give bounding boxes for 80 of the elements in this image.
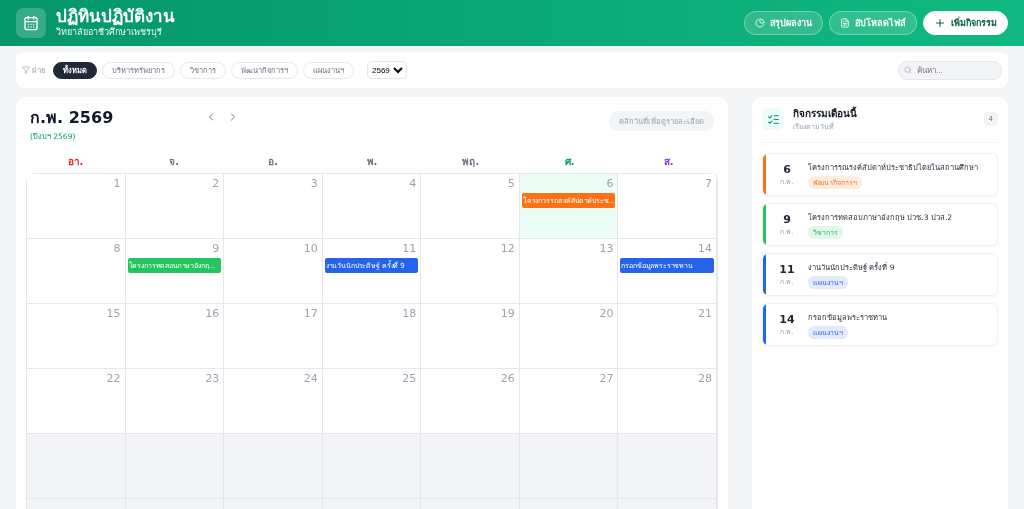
day-number: 20 [599, 307, 615, 320]
checklist-icon [762, 108, 784, 130]
day-cell[interactable]: 7 [618, 174, 717, 239]
day-number: 25 [402, 372, 418, 385]
day-cell[interactable]: 27 [519, 369, 619, 434]
search-field[interactable]: ค้นหา... [898, 60, 1002, 80]
weekday-label: พ. [365, 155, 379, 169]
day-cell[interactable]: 10 [224, 239, 323, 304]
search-icon [904, 65, 912, 74]
day-cell[interactable]: 4 [322, 174, 422, 239]
day-number: 6 [606, 177, 615, 190]
day-number: 13 [599, 242, 615, 255]
day-number: 27 [599, 372, 615, 385]
day-number: 5 [507, 177, 516, 190]
weekday-label: ศ. [563, 155, 576, 169]
day-number: 16 [205, 307, 221, 320]
day-cell[interactable]: 19 [421, 304, 520, 369]
day-number: 4 [409, 177, 418, 190]
day-cell[interactable]: 24 [224, 369, 323, 434]
day-number: 28 [698, 372, 713, 385]
activity-day: 11 [779, 263, 795, 276]
activity-day: 14 [779, 313, 795, 326]
weekday-label: อา. [66, 155, 85, 169]
day-number: 8 [113, 242, 122, 255]
day-cell[interactable]: 25 [322, 369, 422, 434]
day-number: 14 [698, 242, 713, 255]
day-number: 11 [402, 242, 418, 255]
day-number: 2 [212, 177, 221, 190]
weekday-label: อ. [267, 155, 280, 169]
day-cell[interactable]: 26 [421, 369, 520, 434]
calendar-logo-icon [16, 8, 46, 38]
app-title: ปฏิทินปฏิบัติงาน [56, 6, 175, 26]
day-cell[interactable]: 15 [27, 304, 126, 369]
day-cell[interactable]: 23 [125, 369, 225, 434]
day-number: 19 [500, 307, 516, 320]
weekday-label: จ. [168, 155, 181, 169]
day-number: 18 [402, 307, 418, 320]
pie-chart-icon [755, 18, 765, 28]
day-number: 3 [310, 177, 319, 190]
day-cell[interactable]: 3 [224, 174, 323, 239]
day-number: 12 [500, 242, 516, 255]
panel-title: กิจกรรมเดือนนี้ [793, 106, 857, 121]
day-number: 21 [698, 307, 713, 320]
day-cell[interactable]: 8 [27, 239, 126, 304]
add-activity-button[interactable]: เพิ่มกิจกรรม [923, 11, 1008, 35]
weekday-label: พฤ. [461, 155, 481, 169]
day-number: 15 [106, 307, 122, 320]
activity-day: 6 [783, 163, 791, 176]
day-number: 7 [705, 177, 713, 190]
day-cell[interactable]: 13 [519, 239, 619, 304]
day-cell[interactable]: 17 [224, 304, 323, 369]
day-number: 10 [303, 242, 319, 255]
filter-icon [22, 66, 30, 74]
filter-label: ฝ่าย [22, 63, 46, 77]
day-cell[interactable]: 1 [27, 174, 126, 239]
month-title: ก.พ. 2569 [30, 107, 114, 129]
day-number: 23 [205, 372, 221, 385]
day-cell[interactable]: 16 [125, 304, 225, 369]
day-cell[interactable]: 12 [421, 239, 520, 304]
day-number: 17 [303, 307, 319, 320]
day-cell[interactable]: 21 [618, 304, 717, 369]
year-select[interactable]: 2569 [367, 61, 407, 79]
activity-day: 9 [783, 213, 791, 226]
day-cell[interactable]: 2 [125, 174, 225, 239]
day-number: 22 [106, 372, 122, 385]
app-subtitle: วิทยาลัยอาชีวศึกษาเพชรบุรี [56, 26, 163, 40]
day-number: 24 [303, 372, 319, 385]
day-number: 1 [113, 177, 122, 190]
day-number: 26 [500, 372, 516, 385]
upload-button[interactable]: อัปโหลดไฟล์ [829, 11, 917, 35]
day-cell[interactable]: 18 [322, 304, 422, 369]
day-cell[interactable]: 20 [519, 304, 619, 369]
plus-icon [934, 17, 946, 29]
day-cell[interactable]: 5 [421, 174, 520, 239]
day-number: 9 [212, 242, 221, 255]
weekday-label: ส. [662, 155, 675, 169]
summary-button[interactable]: สรุปผลงาน [744, 11, 823, 35]
file-icon [840, 18, 850, 28]
day-cell[interactable]: 28 [618, 369, 717, 434]
day-cell[interactable]: 22 [27, 369, 126, 434]
